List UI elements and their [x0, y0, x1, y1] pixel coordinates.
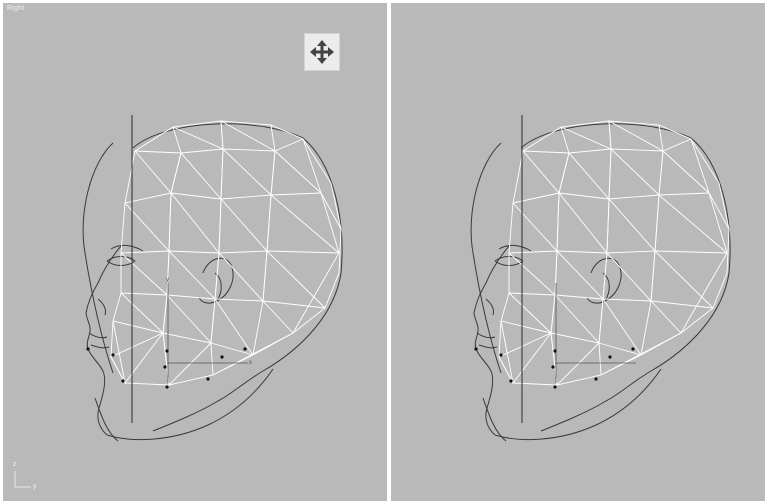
axis-tripod: z y: [9, 457, 45, 493]
move-icon: [310, 40, 334, 64]
head-outline: [82, 123, 343, 442]
mesh-wire: [110, 120, 342, 386]
app-window: Right y x z y: [0, 0, 767, 503]
viewport-second-view[interactable]: [391, 3, 765, 501]
selected-vertices: [86, 347, 247, 389]
svg-text:y: y: [166, 277, 169, 283]
svg-text:x: x: [249, 360, 252, 366]
axis-z-label: z: [13, 461, 17, 468]
move-tool-button[interactable]: [304, 33, 340, 71]
viewport-right-view[interactable]: Right y x z y: [3, 3, 387, 501]
head-wireframe-left[interactable]: y x: [3, 3, 387, 501]
head-wireframe-right[interactable]: [391, 3, 765, 501]
axis-y-label: y: [33, 483, 37, 490]
